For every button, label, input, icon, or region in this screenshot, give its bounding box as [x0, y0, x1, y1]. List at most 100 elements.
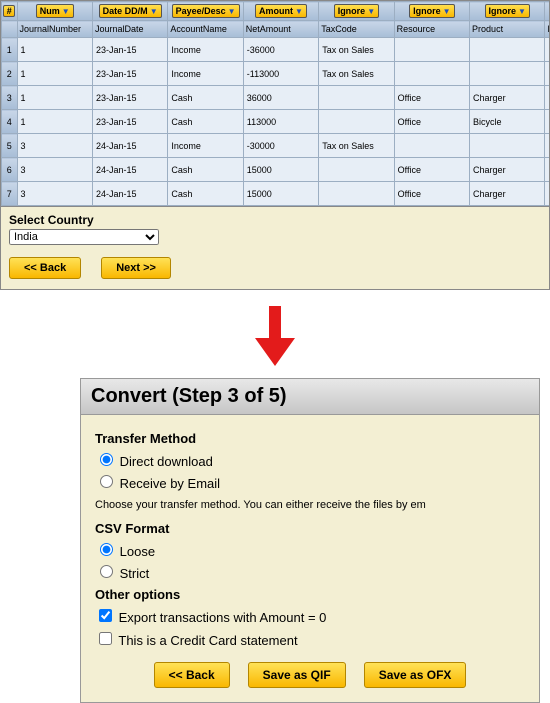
col-header: TaxCode — [319, 21, 394, 38]
table-cell: 1 — [17, 38, 92, 62]
col-header: Reference — [545, 21, 550, 38]
col-type-selector[interactable]: Date DD/M▼ — [99, 4, 162, 18]
table-cell: Cash — [168, 182, 243, 206]
table-cell: INV-0003 — [545, 158, 550, 182]
col-type-label: Amount — [259, 6, 293, 16]
table-cell — [319, 182, 394, 206]
table-cell — [470, 62, 545, 86]
chevron-down-icon: ▼ — [62, 7, 70, 16]
col-type-selector[interactable]: Ignore▼ — [334, 4, 379, 18]
csv-format-heading: CSV Format — [95, 521, 525, 536]
table-cell: Cash — [168, 158, 243, 182]
transfer-radio-direct[interactable] — [100, 453, 113, 466]
col-type-selector[interactable]: Ignore▼ — [409, 4, 454, 18]
arrow-down-icon — [0, 304, 550, 368]
table-cell: 1 — [17, 110, 92, 134]
transfer-option-email[interactable]: Receive by Email — [95, 472, 525, 491]
table-cell: -113000 — [243, 62, 318, 86]
transfer-radio-email[interactable] — [100, 475, 113, 488]
chevron-down-icon: ▼ — [443, 7, 451, 16]
column-header-row: JournalNumber JournalDate AccountName Ne… — [2, 21, 550, 38]
country-select[interactable]: India — [9, 229, 159, 245]
col-type-label: Ignore — [413, 6, 441, 16]
table-cell: Income — [168, 38, 243, 62]
radio-label: Strict — [120, 566, 150, 581]
col-type-selector[interactable]: Payee/Desc▼ — [172, 4, 240, 18]
table-cell: Tax on Sales — [319, 62, 394, 86]
table-cell: Tax on Sales — [319, 134, 394, 158]
row-number: 4 — [2, 110, 18, 134]
chevron-down-icon: ▼ — [295, 7, 303, 16]
next-button[interactable]: Next >> — [101, 257, 171, 279]
transfer-option-direct[interactable]: Direct download — [95, 450, 525, 469]
step-back-button[interactable]: << Back — [154, 662, 230, 688]
back-button[interactable]: << Back — [9, 257, 81, 279]
table-cell: Charger — [470, 158, 545, 182]
row-number: 2 — [2, 62, 18, 86]
table-cell: 15000 — [243, 182, 318, 206]
chevron-down-icon: ▼ — [367, 7, 375, 16]
col-header: Resource — [394, 21, 469, 38]
table-cell: 1 — [17, 86, 92, 110]
table-cell: 24-Jan-15 — [92, 182, 167, 206]
transfer-method-heading: Transfer Method — [95, 431, 525, 446]
credit-card-option[interactable]: This is a Credit Card statement — [95, 629, 525, 648]
col-type-label: Date DD/M — [103, 6, 148, 16]
table-cell: INV-0001 — [545, 110, 550, 134]
csv-option-loose[interactable]: Loose — [95, 540, 525, 559]
table-cell: 3 — [17, 158, 92, 182]
table-cell: 24-Jan-15 — [92, 158, 167, 182]
export-zero-checkbox[interactable] — [99, 609, 112, 622]
table-row: 3123-Jan-15Cash36000OfficeChargerINV-000… — [2, 86, 550, 110]
table-cell: 113000 — [243, 110, 318, 134]
radio-label: Direct download — [120, 454, 213, 469]
table-cell — [470, 134, 545, 158]
csv-radio-strict[interactable] — [100, 565, 113, 578]
convert-step-panel: Convert (Step 3 of 5) Transfer Method Di… — [80, 378, 540, 703]
table-cell — [470, 38, 545, 62]
table-cell: Office — [394, 158, 469, 182]
table-cell: 15000 — [243, 158, 318, 182]
col-header: JournalNumber — [17, 21, 92, 38]
col-type-label: Payee/Desc — [176, 6, 226, 16]
mapping-table-wrap: # Num▼ Date DD/M▼ Payee/Desc▼ Amount▼ Ig… — [0, 0, 550, 207]
save-ofx-button[interactable]: Save as OFX — [364, 662, 467, 688]
col-type-selector[interactable]: Amount▼ — [255, 4, 307, 18]
radio-label: Receive by Email — [120, 476, 220, 491]
row-number: 7 — [2, 182, 18, 206]
table-row: 4123-Jan-15Cash113000OfficeBicycleINV-00… — [2, 110, 550, 134]
table-row: 5324-Jan-15Income-30000Tax on SalesINV-0… — [2, 134, 550, 158]
col-type-label: Ignore — [489, 6, 517, 16]
step-title: Convert (Step 3 of 5) — [81, 379, 539, 415]
credit-card-checkbox[interactable] — [99, 632, 112, 645]
col-header: NetAmount — [243, 21, 318, 38]
table-cell — [394, 62, 469, 86]
csv-radio-loose[interactable] — [100, 543, 113, 556]
column-type-row: # Num▼ Date DD/M▼ Payee/Desc▼ Amount▼ Ig… — [2, 2, 550, 21]
table-cell: -30000 — [243, 134, 318, 158]
col-header: JournalDate — [92, 21, 167, 38]
table-cell — [394, 134, 469, 158]
table-cell: Cash — [168, 110, 243, 134]
col-type-selector[interactable]: Num▼ — [36, 4, 74, 18]
export-zero-option[interactable]: Export transactions with Amount = 0 — [95, 606, 525, 625]
table-cell: Office — [394, 110, 469, 134]
chevron-down-icon: ▼ — [150, 7, 158, 16]
table-cell: Charger — [470, 182, 545, 206]
table-cell: Income — [168, 134, 243, 158]
table-cell: Office — [394, 182, 469, 206]
csv-option-strict[interactable]: Strict — [95, 562, 525, 581]
col-type-selector[interactable]: Ignore▼ — [485, 4, 530, 18]
row-number: 1 — [2, 38, 18, 62]
table-cell: Bicycle — [470, 110, 545, 134]
country-label: Select Country — [9, 213, 541, 227]
chevron-down-icon: ▼ — [228, 7, 236, 16]
table-row: 7324-Jan-15Cash15000OfficeChargerINV-000… — [2, 182, 550, 206]
table-cell: 3 — [17, 134, 92, 158]
hash-button[interactable]: # — [3, 5, 15, 17]
radio-label: Loose — [120, 544, 155, 559]
table-cell: INV-0003 — [545, 182, 550, 206]
checkbox-label: Export transactions with Amount = 0 — [119, 610, 327, 625]
save-qif-button[interactable]: Save as QIF — [248, 662, 346, 688]
table-cell: INV-0003 — [545, 134, 550, 158]
